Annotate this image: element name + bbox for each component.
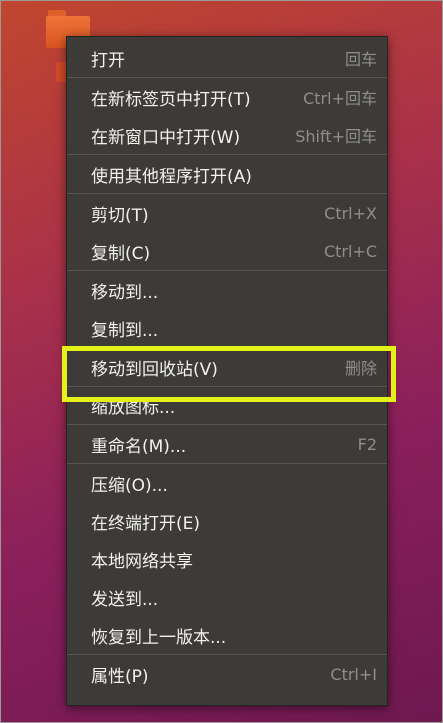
image-border xyxy=(0,0,443,723)
